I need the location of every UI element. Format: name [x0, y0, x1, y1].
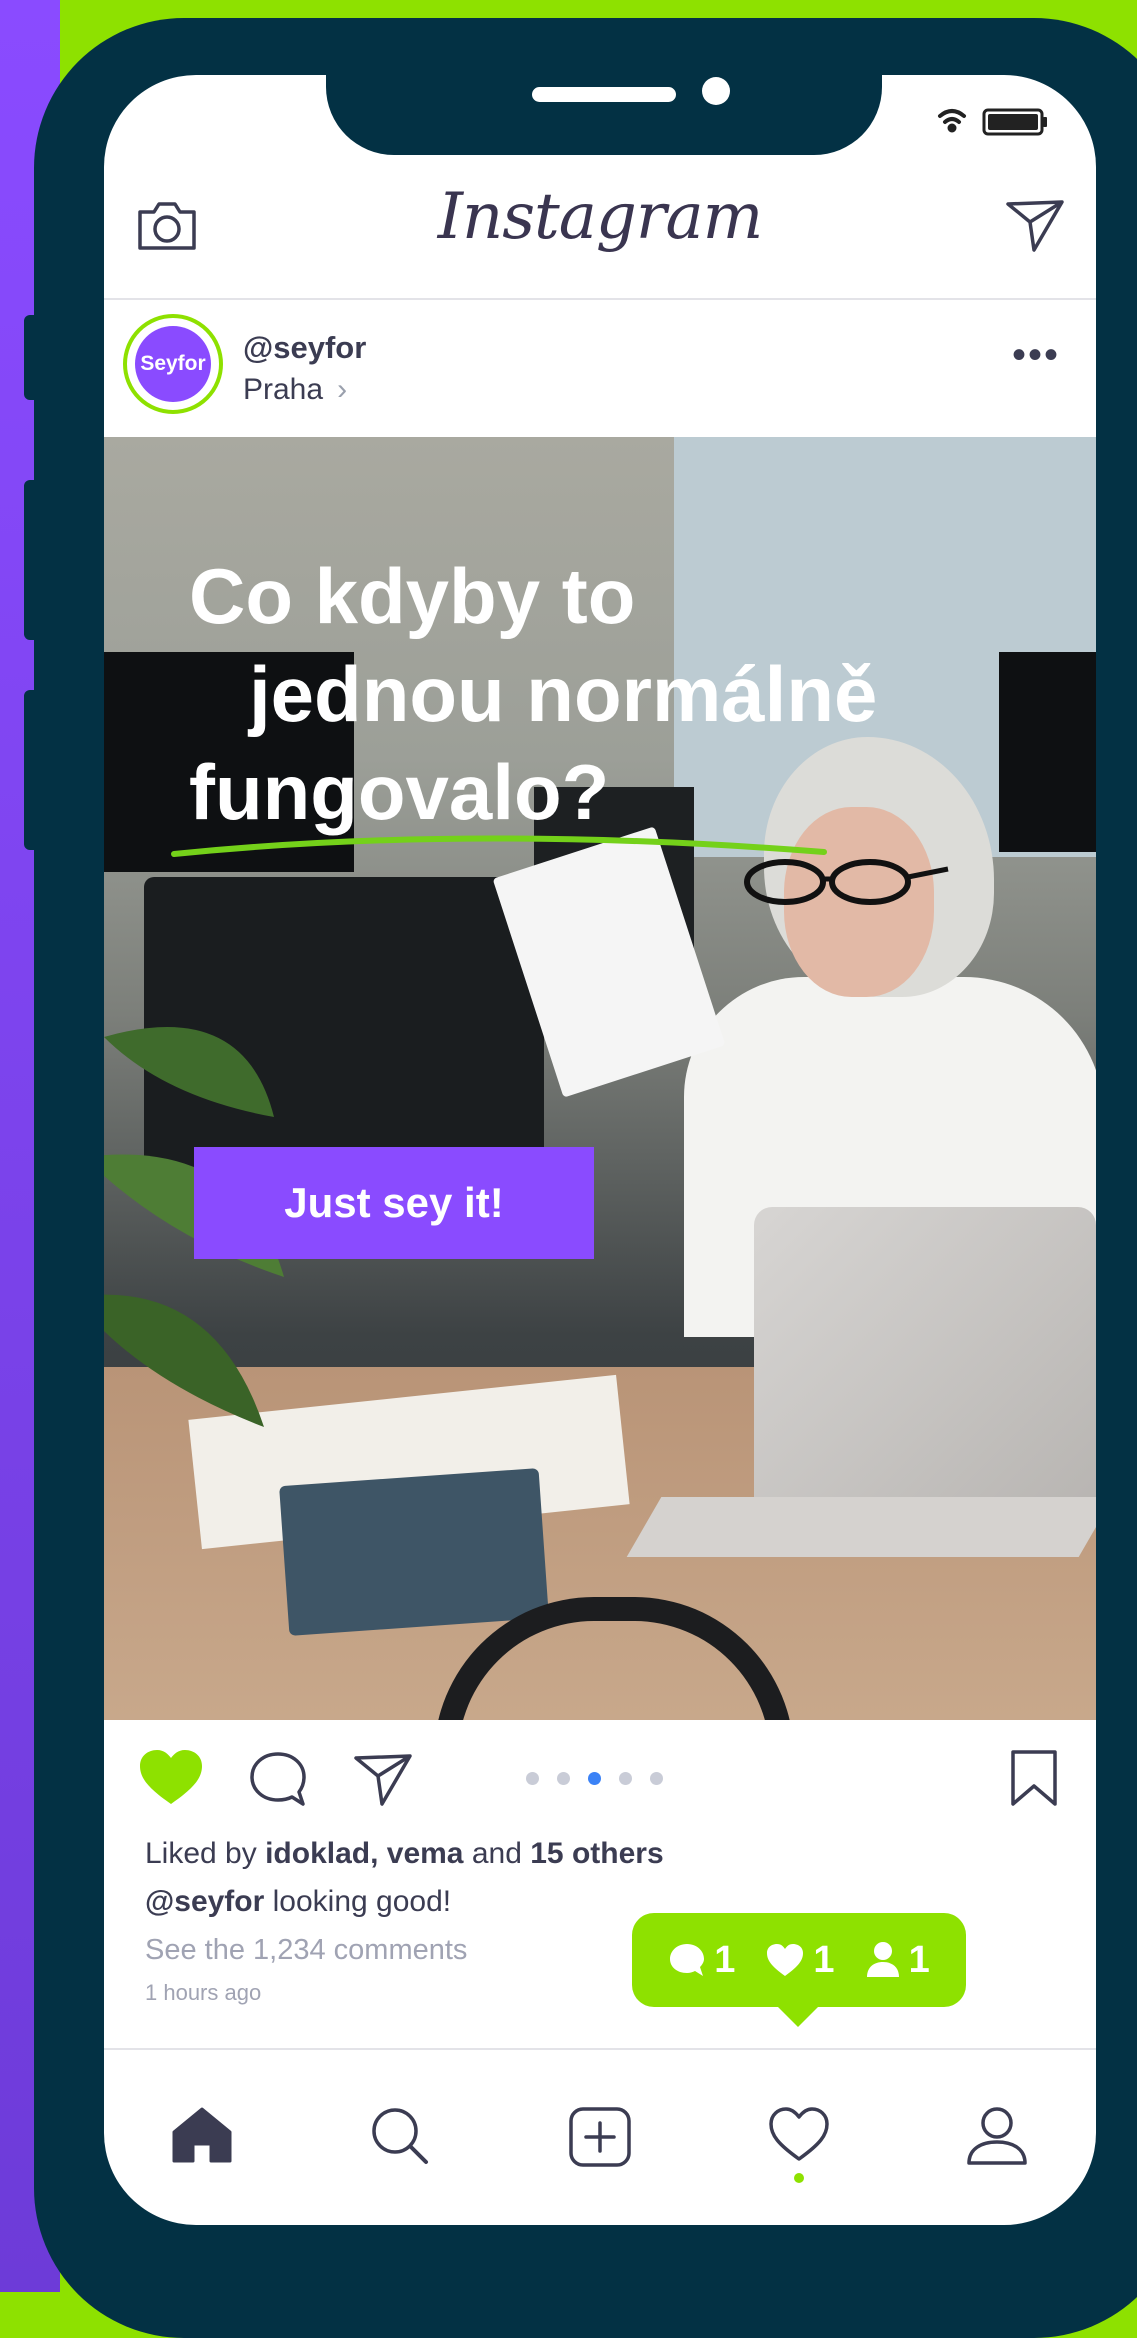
photo-glasses	[744, 859, 949, 905]
app-header: Instagram	[104, 160, 1096, 300]
liked-by-others[interactable]: 15 others	[530, 1837, 663, 1870]
photo-laptop-base	[626, 1497, 1096, 1557]
liked-by-names[interactable]: idoklad, vema	[265, 1837, 463, 1870]
liked-by-and: and	[463, 1837, 531, 1870]
search-icon[interactable]	[370, 2106, 430, 2166]
notif-followers-count: 1	[908, 1938, 930, 1981]
direct-message-icon[interactable]	[1004, 196, 1066, 254]
view-comments-link[interactable]: See the 1,234 comments	[145, 1934, 467, 1967]
post-timestamp: 1 hours ago	[145, 1980, 262, 2005]
more-options-icon[interactable]: •••	[1012, 335, 1060, 375]
post-username[interactable]: @seyfor	[243, 330, 366, 366]
post-actions	[104, 1720, 1096, 1840]
notif-comments: 1	[668, 1939, 735, 1982]
battery-icon	[982, 108, 1047, 136]
notif-likes: 1	[765, 1938, 835, 1982]
headline-underline	[171, 835, 827, 857]
carousel-dot[interactable]	[557, 1772, 570, 1785]
wifi-icon	[938, 109, 966, 133]
post-caption: @seyfor looking good!	[145, 1885, 451, 1919]
instagram-logo: Instagram	[437, 180, 764, 254]
photo-monitor	[999, 652, 1096, 852]
front-camera	[702, 77, 730, 105]
like-heart-icon[interactable]	[138, 1748, 204, 1808]
caption-username[interactable]: @seyfor	[145, 1885, 264, 1918]
heart-icon	[767, 1944, 804, 1976]
notif-followers: 1	[865, 1939, 930, 1982]
share-icon[interactable]	[352, 1750, 414, 1808]
photo-book	[279, 1468, 549, 1636]
chevron-right-icon: ›	[337, 373, 348, 406]
cta-button[interactable]: Just sey it!	[194, 1147, 594, 1259]
caption-text: looking good!	[264, 1885, 452, 1918]
post-headline: Co kdyby to jednou normálně fungovalo?	[189, 547, 877, 841]
user-icon	[866, 1942, 899, 1977]
phone-side-button	[24, 480, 38, 640]
avatar[interactable]: Seyfor	[123, 314, 223, 414]
headline-line: jednou normálně	[249, 650, 878, 738]
carousel-dot[interactable]	[650, 1772, 663, 1785]
status-bar-icons	[938, 108, 1047, 136]
photo-laptop	[754, 1207, 1096, 1527]
post-location[interactable]: Praha ›	[243, 373, 347, 407]
comment-bubble-icon	[670, 1944, 705, 1976]
liked-by-prefix: Liked by	[145, 1837, 266, 1870]
speaker	[532, 87, 676, 102]
bottom-tab-bar	[104, 2050, 1096, 2200]
notif-comments-count: 1	[714, 1938, 736, 1981]
profile-icon[interactable]	[966, 2106, 1028, 2166]
bookmark-icon[interactable]	[1009, 1748, 1059, 1808]
home-icon[interactable]	[171, 2106, 233, 2164]
carousel-dot[interactable]	[526, 1772, 539, 1785]
notif-likes-count: 1	[813, 1938, 835, 1981]
activity-icon[interactable]	[768, 2106, 830, 2164]
phone-side-button	[24, 690, 38, 850]
comment-icon[interactable]	[248, 1750, 308, 1808]
activity-indicator-dot	[794, 2173, 804, 2183]
activity-notification-bubble[interactable]: 1 1 1	[632, 1913, 966, 2007]
phone-side-button	[24, 315, 38, 400]
carousel-indicator	[526, 1772, 663, 1785]
post-image[interactable]: Co kdyby to jednou normálně fungovalo? J…	[104, 437, 1096, 1720]
avatar-logo: Seyfor	[135, 326, 211, 402]
add-post-icon[interactable]	[568, 2106, 632, 2168]
location-label: Praha	[243, 373, 324, 406]
carousel-dot-active[interactable]	[588, 1772, 601, 1785]
notification-pointer	[776, 2005, 820, 2027]
header-divider	[104, 298, 1096, 300]
headline-line: Co kdyby to	[189, 552, 636, 640]
liked-by-text[interactable]: Liked by idoklad, vema and 15 others	[145, 1837, 664, 1871]
carousel-dot[interactable]	[619, 1772, 632, 1785]
